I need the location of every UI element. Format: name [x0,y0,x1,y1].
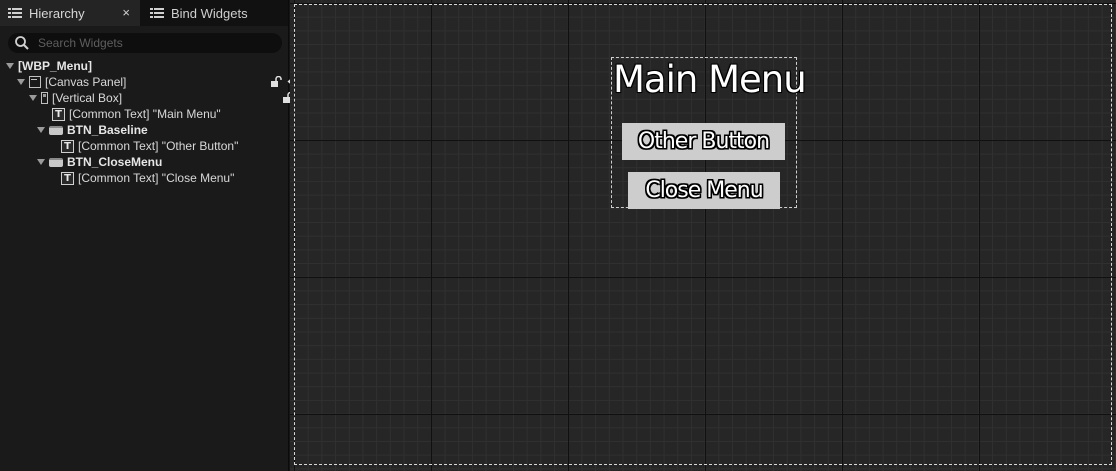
main-menu-title[interactable]: Main Menu [613,58,807,101]
tree-row-vertical-box[interactable]: [Vertical Box] [0,90,317,106]
search-icon [15,36,29,50]
expand-arrow-icon[interactable] [29,95,37,101]
button-icon [49,125,63,135]
close-icon[interactable]: × [122,5,130,20]
text-icon: T [61,139,74,153]
tree-row-label: [Vertical Box] [52,91,123,105]
tab-bind-widgets-label: Bind Widgets [171,5,248,21]
tree-row-label: BTN_Baseline [67,123,148,137]
tab-hierarchy-label: Hierarchy [29,5,85,21]
tree-row-main-menu-text[interactable]: T [Common Text] "Main Menu" [0,106,340,122]
designer-canvas[interactable]: Main Menu Other Button Close Menu [290,0,1116,471]
hierarchy-list-icon [8,7,22,19]
expand-arrow-icon[interactable] [6,63,14,69]
tree-row-canvas-panel[interactable]: [Canvas Panel] [0,74,305,90]
expand-arrow-icon[interactable] [17,79,25,85]
expand-arrow-icon[interactable] [37,159,45,165]
button-icon [49,157,63,167]
expand-arrow-icon[interactable] [37,127,45,133]
panel-tab-bar: Hierarchy × Bind Widgets [0,0,288,26]
tree-row-label: [WBP_Menu] [18,59,92,73]
text-icon: T [52,107,65,121]
tree-row-label: [Common Text] "Main Menu" [69,107,221,121]
text-icon: T [61,171,74,185]
tree-row-label: [Canvas Panel] [45,75,127,89]
vertical-box-icon [41,92,48,104]
tree-row-btn-baseline[interactable]: BTN_Baseline [0,122,325,138]
search-input[interactable] [36,35,270,51]
tree-row-label: [Common Text] "Close Menu" [78,171,235,185]
close-menu-button[interactable]: Close Menu [628,172,780,209]
hierarchy-panel: Hierarchy × Bind Widgets [WBP_Menu] [0,0,343,471]
tree-row-label: [Common Text] "Other Button" [78,139,239,153]
tree-row-label: BTN_CloseMenu [67,155,163,169]
unlock-icon[interactable] [270,76,282,87]
tree-row-wbp-menu[interactable]: [WBP_Menu] [0,58,294,74]
other-button[interactable]: Other Button [622,123,785,160]
canvas-panel-icon [29,76,41,88]
tab-bind-widgets[interactable]: Bind Widgets [142,0,288,26]
widget-blueprint-editor: Hierarchy × Bind Widgets [WBP_Menu] [0,0,1116,471]
tab-hierarchy[interactable]: Hierarchy × [0,0,140,26]
search-box[interactable] [8,33,282,53]
bind-widgets-list-icon [150,7,164,19]
tree-row-btn-closemenu[interactable]: BTN_CloseMenu [0,154,325,170]
